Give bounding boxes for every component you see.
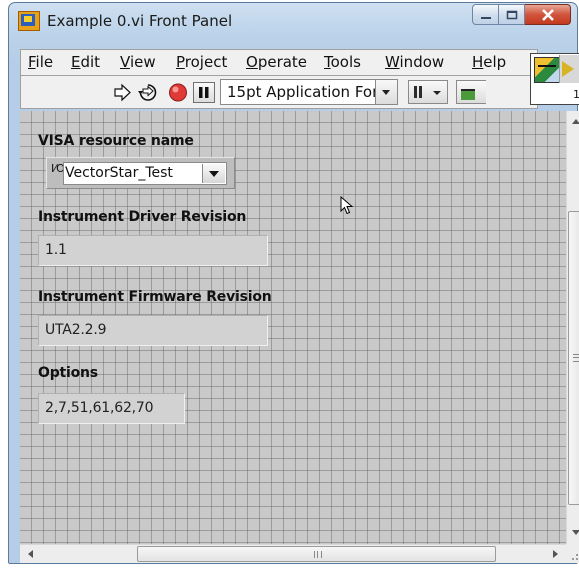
- window-controls: [472, 4, 571, 26]
- maximize-button[interactable]: [499, 4, 525, 25]
- run-continuously-button[interactable]: [137, 82, 159, 103]
- driver-revision-indicator[interactable]: 1.1: [38, 235, 268, 266]
- run-continuously-icon: [138, 84, 157, 101]
- driver-revision-value: 1.1: [45, 242, 67, 258]
- visa-resource-value: VectorStar_Test: [65, 165, 173, 181]
- menu-help[interactable]: Help: [472, 53, 506, 71]
- menu-view[interactable]: View: [120, 53, 156, 71]
- menu-edit[interactable]: Edit: [71, 53, 100, 71]
- firmware-revision-value: UTA2.2.9: [45, 322, 107, 338]
- pause-icon: [199, 87, 209, 98]
- resize-grip-icon: [572, 554, 578, 560]
- text-settings-dropdown[interactable]: 15pt Application Font: [220, 79, 398, 105]
- menu-file[interactable]: File: [28, 53, 53, 71]
- scroll-left-icon[interactable]: [28, 550, 33, 558]
- close-icon: [541, 8, 554, 21]
- menu-window[interactable]: Window: [385, 53, 444, 71]
- vertical-scrollbar[interactable]: [566, 111, 579, 544]
- toolbar: 15pt Application Font: [20, 75, 538, 109]
- firmware-revision-indicator[interactable]: UTA2.2.9: [38, 315, 268, 346]
- visa-dropdown-arrow-icon[interactable]: [202, 164, 225, 183]
- visa-resource-control[interactable]: I⁄O VectorStar_Test: [46, 157, 235, 189]
- window-title: Example 0.vi Front Panel: [47, 12, 233, 30]
- minimize-icon: [480, 16, 491, 19]
- scroll-up-icon[interactable]: [572, 119, 579, 124]
- vi-icon-image: [534, 57, 560, 83]
- labview-app-icon[interactable]: [18, 11, 40, 31]
- font-setting-label: 15pt Application Font: [227, 83, 388, 101]
- run-button[interactable]: [111, 82, 133, 103]
- align-objects-button[interactable]: [408, 80, 448, 104]
- resize-grip[interactable]: [566, 544, 579, 563]
- abort-execution-button[interactable]: [167, 82, 189, 103]
- scroll-right-icon[interactable]: [553, 550, 558, 558]
- pause-button[interactable]: [193, 82, 215, 103]
- menu-bar: File Edit View Project Operate Tools Win…: [20, 49, 538, 75]
- horizontal-scroll-thumb[interactable]: [137, 546, 496, 562]
- menu-tools[interactable]: Tools: [324, 53, 361, 71]
- connector-number: 1: [573, 88, 579, 101]
- options-label: Options: [38, 365, 98, 381]
- front-panel-canvas[interactable]: VISA resource name I⁄O VectorStar_Test I…: [20, 111, 566, 544]
- vi-connector-pane-icon[interactable]: 1: [530, 53, 579, 105]
- menu-operate[interactable]: Operate: [246, 53, 307, 71]
- connector-pane-icon: [559, 55, 579, 83]
- driver-revision-label: Instrument Driver Revision: [38, 209, 247, 225]
- labview-front-panel-window: Example 0.vi Front Panel File Edit View …: [8, 2, 579, 564]
- title-bar[interactable]: Example 0.vi Front Panel: [9, 3, 577, 37]
- scroll-down-icon[interactable]: [572, 530, 579, 535]
- distribute-objects-button[interactable]: [456, 80, 486, 104]
- menu-project[interactable]: Project: [176, 53, 227, 71]
- options-value: 2,7,51,61,62,70: [45, 400, 154, 416]
- chevron-down-icon[interactable]: [375, 80, 397, 104]
- grip-icon: [573, 354, 579, 362]
- minimize-button[interactable]: [472, 4, 499, 25]
- visa-resource-field[interactable]: VectorStar_Test: [63, 162, 227, 185]
- mouse-cursor-icon: [340, 196, 354, 215]
- grip-icon: [314, 551, 322, 558]
- maximize-icon: [506, 10, 517, 19]
- vertical-scroll-thumb[interactable]: [568, 211, 579, 505]
- abort-execution-icon: [169, 83, 187, 102]
- close-button[interactable]: [525, 4, 571, 25]
- firmware-revision-label: Instrument Firmware Revision: [38, 289, 272, 305]
- options-indicator[interactable]: 2,7,51,61,62,70: [38, 393, 185, 424]
- run-arrow-icon: [114, 83, 131, 102]
- visa-resource-label: VISA resource name: [38, 133, 194, 149]
- horizontal-scrollbar[interactable]: [20, 544, 566, 563]
